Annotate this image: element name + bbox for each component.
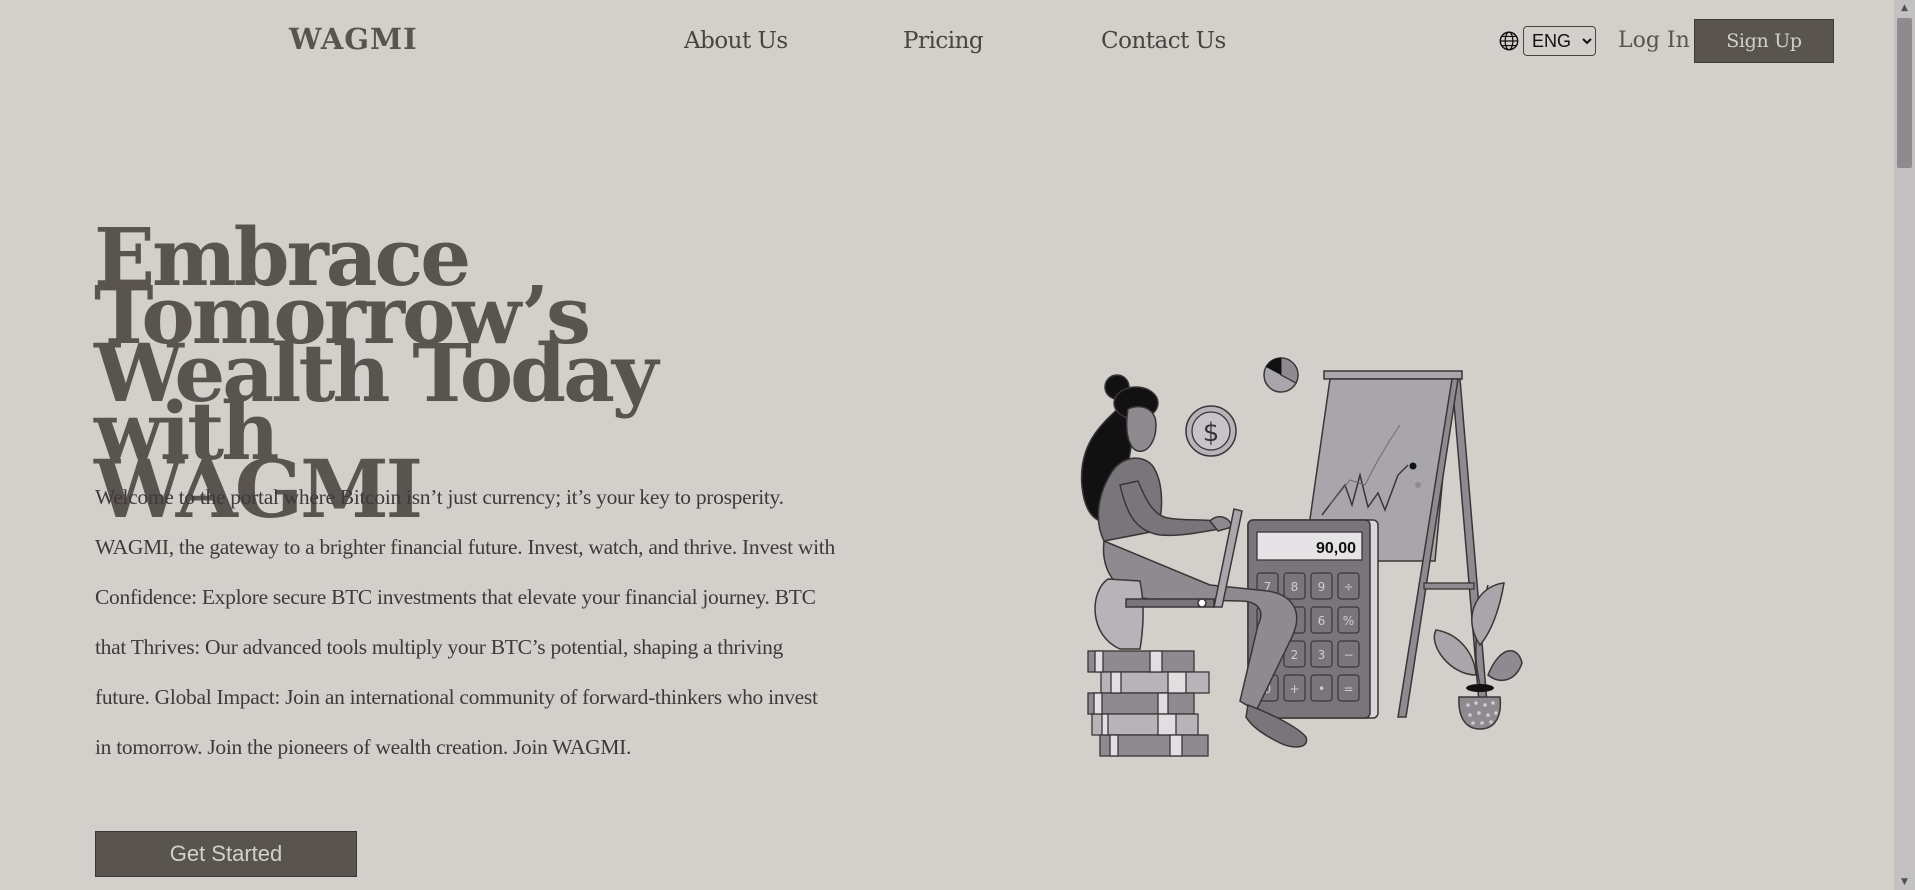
calculator-key-label: •: [1318, 682, 1325, 696]
calculator-key-label: ÷: [1343, 580, 1353, 594]
scroll-up-arrow-icon[interactable]: ▲: [1894, 0, 1915, 16]
calculator-key-label: =: [1343, 682, 1353, 696]
language-switcher: ENG: [1498, 26, 1596, 56]
hero-text-line: that Thrives: Our advanced tools multipl…: [95, 635, 783, 659]
vertical-scrollbar[interactable]: ▲ ▼: [1894, 0, 1915, 890]
scrollbar-thumb[interactable]: [1897, 18, 1912, 168]
hero-text-line: Welcome to the portal where Bitcoin isn’…: [95, 485, 784, 509]
calculator-key-label: 3: [1318, 648, 1326, 662]
hero-description: Welcome to the portal where Bitcoin isn’…: [95, 472, 855, 772]
hero-text-line: Confidence: Explore secure BTC investmen…: [95, 585, 816, 609]
book-stack: [1087, 650, 1210, 757]
get-started-button[interactable]: Get Started: [95, 831, 357, 877]
nav-pricing[interactable]: Pricing: [903, 28, 984, 54]
dollar-coin-icon: $: [1185, 405, 1237, 457]
pie-chart-icon: [1263, 357, 1299, 393]
calculator-key-label: +: [1289, 682, 1299, 696]
login-link[interactable]: Log In: [1618, 28, 1690, 53]
calculator-display: 90,00: [1316, 540, 1356, 557]
scroll-down-arrow-icon[interactable]: ▼: [1894, 874, 1915, 890]
nav-contact-us[interactable]: Contact Us: [1101, 28, 1226, 54]
calculator-key-label: 6: [1318, 614, 1326, 628]
language-select[interactable]: ENG: [1523, 26, 1596, 56]
signup-button[interactable]: Sign Up: [1694, 19, 1834, 63]
nav-about-us[interactable]: About Us: [684, 28, 788, 54]
hero-text-line: in tomorrow. Join the pioneers of wealth…: [95, 735, 632, 759]
globe-icon: [1499, 31, 1519, 51]
coin-symbol: $: [1203, 418, 1220, 448]
calculator-key-label: 2: [1291, 648, 1299, 662]
landing-page: WAGMI About Us Pricing Contact Us ENG Lo…: [0, 0, 1915, 890]
calculator-key-label: %: [1343, 614, 1354, 628]
calculator-key-label: 8: [1291, 580, 1299, 594]
hero-text-line: future. Global Impact: Join an internati…: [95, 685, 818, 709]
calculator-key-label: −: [1343, 648, 1353, 662]
hero-illustration: $ 90,00 789÷456%123−0+•=: [1080, 357, 1523, 757]
brand-logo[interactable]: WAGMI: [289, 22, 418, 56]
hero-text-line: WAGMI, the gateway to a brighter financi…: [95, 535, 835, 559]
calculator-key-label: 9: [1318, 580, 1326, 594]
